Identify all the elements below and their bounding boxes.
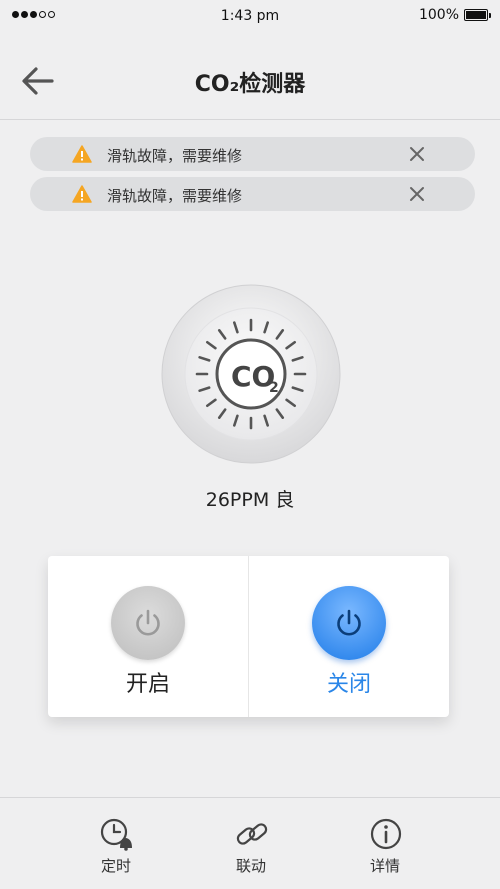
tab-details-label: 详情	[369, 857, 400, 875]
close-icon[interactable]	[407, 144, 427, 164]
timer-bell-icon	[100, 818, 132, 851]
co2-subscript: 2	[269, 380, 279, 396]
battery-percent: 100%	[418, 7, 459, 23]
turn-on-button[interactable]: 开启	[48, 556, 248, 717]
tab-linkage-label: 联动	[235, 857, 266, 875]
tab-linkage[interactable]: 联动	[201, 798, 301, 889]
tab-timer-label: 定时	[100, 857, 131, 875]
turn-off-button[interactable]: 关闭	[249, 556, 449, 717]
info-icon	[370, 818, 402, 850]
tab-bar: 定时 联动 详情	[0, 797, 500, 889]
power-control-card: 开启 关闭	[48, 556, 449, 717]
battery-icon	[464, 9, 491, 21]
alert-message: 滑轨故障，需要维修	[107, 187, 243, 205]
turn-off-label: 关闭	[326, 672, 371, 697]
status-bar: 1:43 pm 100%	[0, 0, 500, 32]
co2-dial-graphic: CO 2	[161, 284, 341, 464]
power-icon	[337, 609, 361, 636]
co2-reading: 26PPM 良	[205, 489, 295, 511]
alert-banner: 滑轨故障，需要维修	[30, 137, 475, 171]
warning-triangle-icon	[72, 145, 92, 163]
turn-on-label: 开启	[125, 672, 170, 697]
link-icon	[236, 823, 268, 845]
alert-banner: 滑轨故障，需要维修	[30, 177, 475, 211]
power-off-circle	[312, 586, 386, 660]
power-on-circle	[111, 586, 185, 660]
tab-details[interactable]: 详情	[335, 798, 435, 889]
alert-message: 滑轨故障，需要维修	[107, 147, 243, 165]
close-icon[interactable]	[407, 184, 427, 204]
nav-bar: CO₂检测器	[0, 32, 500, 120]
battery-status: 100%	[418, 7, 491, 23]
co2-sensor-dial: CO 2	[161, 284, 341, 464]
page-title: CO₂检测器	[194, 72, 306, 97]
warning-triangle-icon	[72, 185, 92, 203]
tab-timer[interactable]: 定时	[66, 798, 166, 889]
power-icon	[136, 609, 160, 636]
